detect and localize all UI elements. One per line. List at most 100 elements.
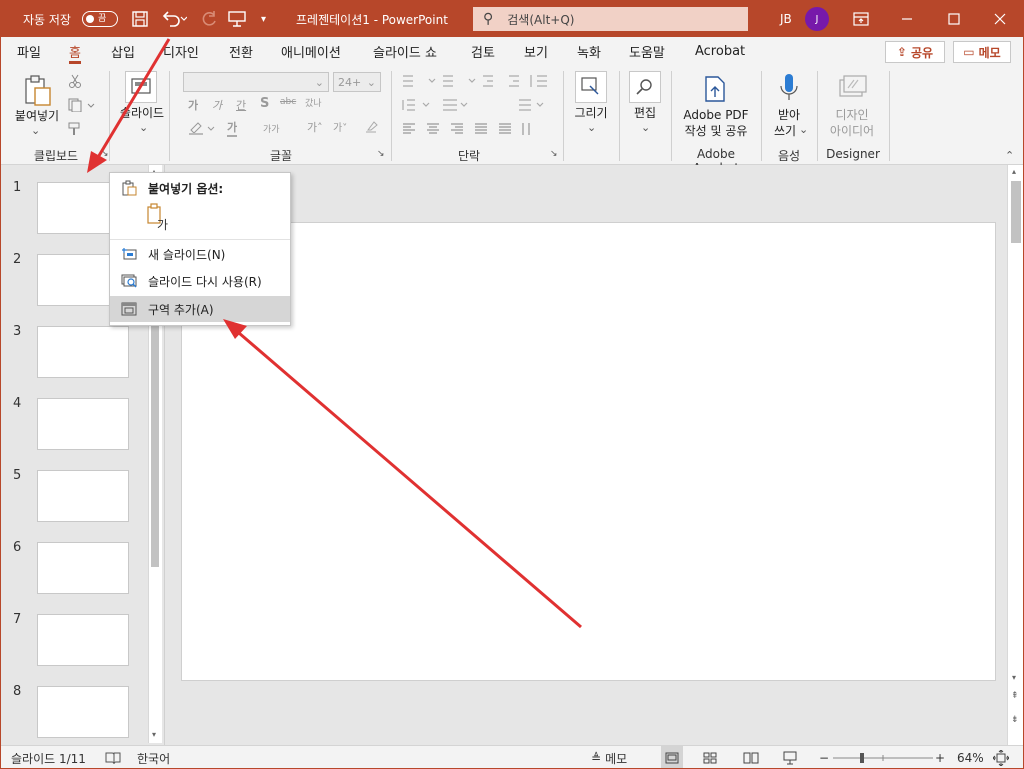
notes-button[interactable]: ≜ 메모 — [591, 746, 627, 768]
underline-button[interactable]: 간 — [236, 97, 246, 113]
drawing-icon[interactable] — [575, 71, 607, 103]
main-scrollbar[interactable]: ▴ ▾ ⇞ ⇟ — [1007, 165, 1023, 745]
previous-slide-icon[interactable]: ⇞ — [1011, 691, 1019, 701]
menu-add-section[interactable]: 구역 추가(A) — [110, 296, 290, 322]
slide-count[interactable]: 슬라이드 1/11 — [11, 746, 86, 768]
drawing-dropdown-icon[interactable]: ⌄ — [587, 121, 596, 134]
tab-design[interactable]: 디자인 — [163, 37, 199, 65]
editing-dropdown-icon[interactable]: ⌄ — [641, 121, 650, 134]
zoom-slider[interactable] — [831, 746, 935, 768]
slide-thumbnail-5[interactable] — [37, 470, 129, 522]
design-ideas-line2[interactable]: 아이디어 — [823, 123, 881, 139]
editing-search-icon[interactable] — [629, 71, 661, 103]
slide-thumbnail-4[interactable] — [37, 398, 129, 450]
autosave-toggle[interactable]: 끔 — [82, 1, 118, 37]
clear-formatting-icon[interactable] — [363, 119, 379, 135]
save-icon[interactable] — [131, 1, 149, 37]
clipboard-launcher-icon[interactable]: ↘ — [101, 149, 109, 159]
bold-button[interactable]: 가 — [188, 97, 198, 113]
microphone-icon[interactable] — [777, 71, 801, 105]
tab-file[interactable]: 파일 — [17, 37, 41, 65]
accessibility-icon[interactable] — [105, 746, 121, 768]
dictate-line1[interactable]: 받아 — [767, 107, 811, 123]
language-indicator[interactable]: 한국어 — [137, 746, 170, 768]
char-spacing-button[interactable]: 갔나 — [305, 96, 322, 109]
avatar[interactable]: J — [805, 7, 829, 31]
share-button[interactable]: ⇪ 공유 — [885, 41, 945, 63]
slide-thumbnail-6[interactable] — [37, 542, 129, 594]
close-icon[interactable] — [977, 1, 1023, 37]
menu-new-slide[interactable]: 새 슬라이드(N) — [110, 241, 290, 267]
ribbon-display-options-icon[interactable] — [853, 1, 869, 37]
new-slide-dropdown-icon[interactable]: ⌄ — [139, 121, 148, 134]
new-slide-icon[interactable] — [125, 71, 157, 103]
tab-record[interactable]: 녹화 — [577, 37, 601, 65]
redo-icon[interactable] — [199, 1, 219, 37]
change-case-button[interactable]: 가가 — [263, 122, 280, 135]
new-slide-button[interactable]: 슬라이드 — [115, 105, 169, 121]
new-slide-icon — [121, 246, 137, 262]
normal-view-icon[interactable] — [661, 746, 683, 768]
zoom-level[interactable]: 64% — [957, 746, 984, 768]
current-slide-canvas[interactable] — [181, 222, 996, 681]
tab-animations[interactable]: 애니메이션 — [281, 37, 341, 65]
increase-font-button[interactable]: 가˄ — [307, 119, 323, 135]
editing-button[interactable]: 편집 — [621, 105, 669, 121]
zoom-out-icon[interactable]: − — [819, 746, 829, 768]
tab-home[interactable]: 홈 — [69, 37, 81, 65]
cut-icon[interactable] — [67, 73, 83, 89]
italic-button[interactable]: 가 — [212, 97, 222, 113]
adobe-pdf-line1[interactable]: Adobe PDF — [675, 107, 757, 123]
reading-view-icon[interactable] — [743, 746, 759, 768]
tab-view[interactable]: 보기 — [524, 37, 548, 65]
maximize-icon[interactable] — [931, 1, 977, 37]
design-ideas-icon[interactable] — [835, 73, 869, 103]
adobe-pdf-line2[interactable]: 작성 및 공유 — [675, 123, 757, 139]
paste-button[interactable]: 붙여넣기 — [11, 108, 63, 124]
adobe-pdf-icon[interactable] — [701, 75, 729, 103]
menu-reuse-slides[interactable]: 슬라이드 다시 사용(R) — [110, 268, 290, 294]
paste-icon[interactable] — [21, 73, 55, 109]
slideshow-view-icon[interactable] — [783, 746, 797, 768]
slide-sorter-view-icon[interactable] — [703, 746, 717, 768]
comments-button[interactable]: ▭ 메모 — [953, 41, 1011, 63]
copy-icon[interactable] — [67, 97, 97, 113]
paste-keep-text-only-icon[interactable]: 가 — [146, 203, 172, 233]
main-scroll-thumb[interactable] — [1011, 181, 1021, 243]
dictate-dropdown-icon[interactable]: ⌄ — [799, 123, 808, 136]
customize-qat-icon[interactable]: ▾ — [261, 1, 266, 37]
paste-dropdown-icon[interactable]: ⌄ — [31, 124, 40, 137]
zoom-in-icon[interactable]: + — [935, 746, 945, 768]
strikethrough-button[interactable]: abc — [280, 97, 296, 107]
font-size-combo[interactable]: 24+ ⌄ — [333, 72, 381, 92]
design-ideas-line1[interactable]: 디자인 — [823, 107, 881, 123]
slide-thumbnail-7[interactable] — [37, 614, 129, 666]
slide-thumbnail-8[interactable] — [37, 686, 129, 738]
drawing-button[interactable]: 그리기 — [567, 105, 615, 121]
minimize-icon[interactable] — [884, 1, 930, 37]
collapse-ribbon-icon[interactable]: ⌃ — [1005, 149, 1014, 162]
slide-thumbnail-3[interactable] — [37, 326, 129, 378]
paragraph-row2-buttons[interactable] — [399, 95, 559, 115]
font-color-button[interactable]: 가 — [227, 119, 238, 137]
font-name-combo[interactable]: ⌄ — [183, 72, 329, 92]
highlight-icon[interactable] — [187, 119, 217, 137]
tab-transitions[interactable]: 전환 — [229, 37, 253, 65]
tab-review[interactable]: 검토 — [471, 37, 495, 65]
undo-icon[interactable] — [161, 1, 187, 37]
decrease-font-button[interactable]: 가˅ — [333, 119, 347, 134]
tab-acrobat[interactable]: Acrobat — [695, 37, 745, 65]
paragraph-launcher-icon[interactable]: ↘ — [550, 149, 558, 159]
start-from-beginning-icon[interactable] — [227, 1, 247, 37]
search-box[interactable]: ⚲ 검색(Alt+Q) — [473, 7, 748, 31]
tab-insert[interactable]: 삽입 — [111, 37, 135, 65]
format-painter-icon[interactable] — [67, 121, 83, 137]
list-buttons[interactable] — [399, 71, 559, 91]
fit-to-window-icon[interactable] — [993, 746, 1009, 768]
alignment-buttons[interactable] — [399, 119, 559, 139]
tab-help[interactable]: 도움말 — [629, 37, 665, 65]
shadow-button[interactable]: S — [260, 96, 269, 111]
tab-slideshow[interactable]: 슬라이드 쇼 — [373, 37, 437, 65]
font-launcher-icon[interactable]: ↘ — [377, 149, 385, 159]
next-slide-icon[interactable]: ⇟ — [1011, 715, 1019, 725]
